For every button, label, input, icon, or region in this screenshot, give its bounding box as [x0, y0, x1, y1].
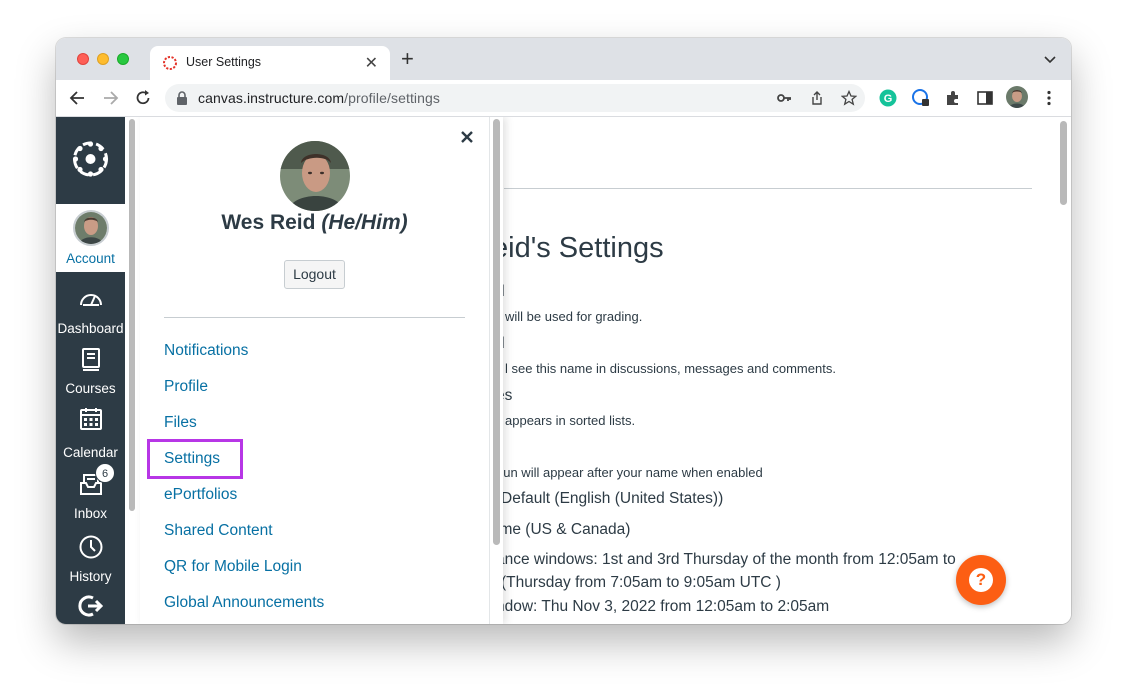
user-pronouns: (He/Him)	[321, 211, 408, 234]
close-icon[interactable]	[459, 129, 475, 145]
dashboard-icon	[80, 294, 102, 306]
calendar-icon	[80, 408, 102, 430]
avatar-icon	[75, 212, 107, 244]
setting-help: will be used for grading.	[505, 309, 643, 324]
help-button[interactable]: ?	[956, 555, 1006, 605]
gnav-label: Inbox	[73, 506, 108, 521]
profile-avatar-icon	[1006, 86, 1028, 108]
account-tray: Wes Reid (He/Him) Logout Notifications P…	[140, 117, 503, 624]
tray-link-profile[interactable]: Profile	[164, 378, 208, 396]
user-photo-icon	[280, 141, 350, 211]
nav-scrollbar[interactable]	[129, 119, 135, 511]
global-navigation: Account Dashboard Courses Calendar 6 Inb…	[56, 117, 125, 624]
profile-avatar[interactable]	[1006, 86, 1028, 108]
history-icon	[79, 535, 103, 559]
key-icon[interactable]	[776, 90, 792, 106]
tray-border	[489, 117, 490, 624]
logout-arrow-icon[interactable]	[77, 594, 105, 618]
grammarly-icon[interactable]: G	[879, 89, 897, 107]
gnav-label: Calendar	[63, 445, 118, 460]
user-avatar	[280, 141, 350, 211]
inbox-unread-badge: 6	[95, 463, 115, 483]
close-window-button[interactable]	[77, 53, 89, 65]
gnav-account[interactable]: Account	[56, 204, 125, 272]
page-scrollbar[interactable]	[1060, 121, 1067, 205]
more-menu-icon[interactable]	[1040, 89, 1058, 107]
page-viewport: eid's Settings d will be used for gradin…	[56, 117, 1071, 624]
tab-title: User Settings	[186, 55, 262, 69]
gnav-courses[interactable]: Courses	[56, 340, 125, 402]
timezone-value: ime (US & Canada)	[496, 521, 631, 538]
svg-text:G: G	[884, 93, 893, 105]
password-manager-icon[interactable]	[912, 89, 930, 107]
setting-help: oun will appear after your name when ena…	[496, 465, 763, 480]
lock-icon	[177, 91, 187, 105]
tray-link-eportfolios[interactable]: ePortfolios	[164, 486, 237, 504]
courses-icon	[82, 348, 100, 371]
share-icon[interactable]	[809, 90, 825, 106]
account-avatar	[73, 210, 109, 246]
canvas-logo-icon[interactable]	[56, 117, 125, 202]
chevron-down-icon[interactable]	[1043, 52, 1057, 66]
tray-link-settings[interactable]: Settings	[164, 450, 220, 468]
browser-tab[interactable]: User Settings ✕	[150, 46, 390, 80]
side-panel-icon[interactable]	[976, 89, 994, 107]
back-icon[interactable]	[68, 88, 88, 108]
browser-window: User Settings ✕ + canvas.instructure.com…	[56, 38, 1071, 624]
reload-icon[interactable]	[133, 88, 153, 108]
gnav-label: Courses	[65, 381, 116, 396]
extensions-icon[interactable]	[944, 89, 962, 107]
tab-strip: User Settings ✕ +	[56, 38, 1071, 80]
tab-close-icon[interactable]: ✕	[365, 53, 378, 73]
page-title: eid's Settings	[492, 232, 664, 264]
zoom-window-button[interactable]	[117, 53, 129, 65]
maintenance-text: ance windows: 1st and 3rd Thursday of th…	[496, 551, 956, 568]
tray-scrollbar[interactable]	[493, 119, 500, 545]
maintenance-text: ndow: Thu Nov 3, 2022 from 12:05am to 2:…	[496, 598, 830, 615]
setting-help: appears in sorted lists.	[505, 413, 636, 428]
gnav-inbox[interactable]: 6 Inbox	[56, 463, 125, 527]
url-text: canvas.instructure.com/profile/settings	[198, 90, 441, 106]
tray-link-qr-mobile-login[interactable]: QR for Mobile Login	[164, 558, 302, 576]
forward-icon[interactable]	[100, 88, 120, 108]
minimize-window-button[interactable]	[97, 53, 109, 65]
gnav-dashboard[interactable]: Dashboard	[56, 280, 125, 342]
logout-button[interactable]: Logout	[284, 260, 345, 289]
user-display-name: Wes Reid (He/Him)	[221, 211, 408, 234]
tray-link-shared-content[interactable]: Shared Content	[164, 522, 273, 540]
gnav-label: Dashboard	[57, 321, 124, 336]
canvas-favicon-icon	[163, 56, 177, 70]
tray-link-global-announcements[interactable]: Global Announcements	[164, 594, 324, 612]
maintenance-text: (Thursday from 7:05am to 9:05am UTC )	[501, 574, 781, 591]
bookmark-star-icon[interactable]	[841, 90, 857, 106]
tray-divider	[164, 317, 465, 318]
language-value: Default (English (United States))	[501, 490, 724, 507]
setting-help: l see this name in discussions, messages…	[505, 361, 836, 376]
page-divider	[504, 188, 1032, 189]
question-icon: ?	[969, 568, 993, 592]
gnav-history[interactable]: History	[56, 528, 125, 590]
gnav-calendar[interactable]: Calendar	[56, 402, 125, 466]
address-bar[interactable]: canvas.instructure.com/profile/settings	[165, 84, 865, 112]
new-tab-icon[interactable]: +	[401, 48, 414, 70]
tray-link-notifications[interactable]: Notifications	[164, 342, 248, 360]
gnav-label: Account	[66, 251, 115, 266]
browser-toolbar: canvas.instructure.com/profile/settings …	[56, 80, 1071, 117]
tray-link-files[interactable]: Files	[164, 414, 197, 432]
gnav-label: History	[69, 569, 112, 584]
